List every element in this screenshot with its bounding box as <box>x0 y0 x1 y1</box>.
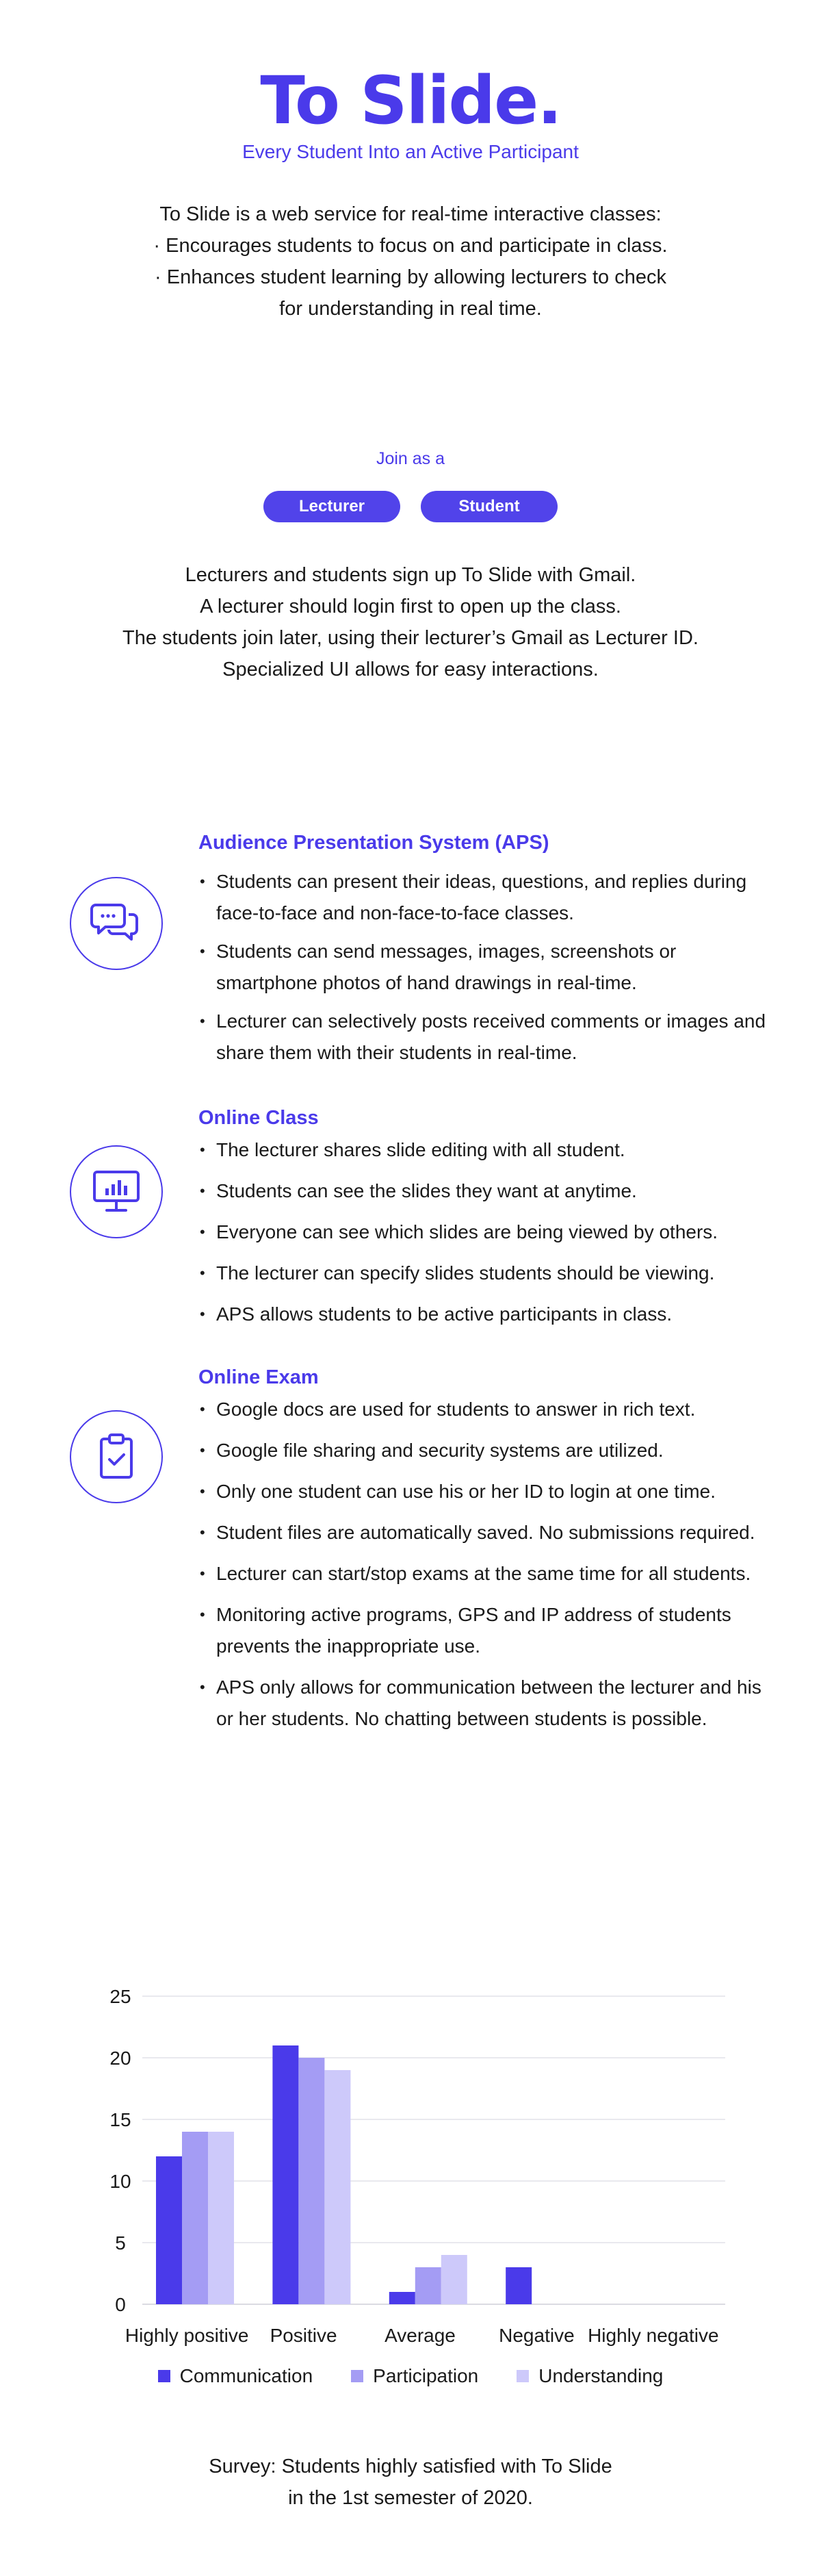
chart-caption: Survey: Students highly satisfied with T… <box>0 2451 821 2514</box>
bar <box>182 2132 208 2304</box>
intro-line: for understanding in real time. <box>279 298 542 320</box>
join-label: Join as a <box>376 449 445 468</box>
feature-title: Online Exam <box>198 1366 319 1388</box>
x-tick-label: Positive <box>270 2325 337 2346</box>
list-item: Everyone can see which slides are being … <box>198 1216 773 1248</box>
bar <box>324 2070 351 2304</box>
intro-text: To Slide is a web service for real-time … <box>0 199 821 324</box>
list-item: Lecturer can start/stop exams at the sam… <box>198 1558 773 1590</box>
feature-title: Online Class <box>198 1107 319 1129</box>
feature-list: Students can present their ideas, questi… <box>198 866 773 1069</box>
student-button[interactable]: Student <box>421 491 558 522</box>
caption-line: Survey: Students highly satisfied with T… <box>209 2456 612 2477</box>
y-tick-label: 20 <box>109 2048 131 2069</box>
signup-line: A lecturer should login first to open up… <box>200 596 621 617</box>
x-tick-label: Highly positive <box>125 2325 249 2346</box>
signup-line: Specialized UI allows for easy interacti… <box>222 659 599 680</box>
bar <box>506 2267 532 2304</box>
legend-item: Communication <box>157 2365 313 2387</box>
logo: To Slide. <box>260 62 562 139</box>
y-tick-label: 0 <box>115 2294 126 2315</box>
feature-title: Audience Presentation System (APS) <box>198 832 549 854</box>
x-tick-label: Highly negative <box>588 2325 718 2346</box>
intro-line: · Encourages students to focus on and pa… <box>153 235 668 257</box>
list-item: APS only allows for communication betwee… <box>198 1672 773 1735</box>
legend-label: Understanding <box>538 2365 664 2386</box>
feature-list: The lecturer shares slide editing with a… <box>198 1134 773 1330</box>
survey-bar-chart: 0 5 10 15 20 25 Highly positive Positive Average… <box>109 1986 725 2346</box>
legend-swatch <box>157 2370 170 2382</box>
feature-list: Google docs are used for students to ans… <box>198 1394 773 1735</box>
x-tick-label: Average <box>385 2325 456 2346</box>
legend-label: Communication <box>179 2365 313 2386</box>
list-item: Students can send messages, images, scre… <box>198 936 773 999</box>
list-item: Only one student can use his or her ID t… <box>198 1476 773 1507</box>
signup-line: Lecturers and students sign up To Slide … <box>185 564 636 586</box>
list-item: The lecturer shares slide editing with a… <box>198 1134 773 1166</box>
signup-description: Lecturers and students sign up To Slide … <box>0 559 821 685</box>
presentation-board-icon <box>70 1145 163 1238</box>
signup-line: The students join later, using their lec… <box>122 627 699 649</box>
y-tick-label: 25 <box>109 1986 131 2007</box>
list-item: Monitoring active programs, GPS and IP a… <box>198 1599 773 1662</box>
bar <box>208 2132 234 2304</box>
list-item: APS allows students to be active partici… <box>198 1299 773 1330</box>
clipboard-check-icon <box>70 1410 163 1503</box>
legend-item: Participation <box>351 2365 478 2387</box>
lecturer-button[interactable]: Lecturer <box>263 491 400 522</box>
legend-item: Understanding <box>517 2365 663 2387</box>
list-item: Lecturer can selectively posts received … <box>198 1006 773 1069</box>
intro-line: To Slide is a web service for real-time … <box>159 203 662 225</box>
list-item: Student files are automatically saved. N… <box>198 1517 773 1548</box>
list-item: The lecturer can specify slides students… <box>198 1258 773 1289</box>
y-tick-label: 5 <box>115 2232 126 2254</box>
list-item: Students can present their ideas, questi… <box>198 866 773 929</box>
bar <box>389 2292 415 2304</box>
list-item: Google docs are used for students to ans… <box>198 1394 773 1425</box>
bar <box>441 2255 467 2304</box>
chat-bubbles-icon <box>70 877 163 970</box>
legend-label: Participation <box>373 2365 479 2386</box>
bar <box>298 2058 325 2304</box>
bar <box>156 2156 182 2304</box>
tagline: Every Student Into an Active Participant <box>242 141 579 162</box>
intro-line: · Enhances student learning by allowing … <box>155 266 666 288</box>
join-buttons: Lecturer Student <box>0 491 821 522</box>
legend-swatch <box>517 2370 530 2382</box>
x-tick-label: Negative <box>499 2325 575 2346</box>
chart-legend: Communication Participation Understandin… <box>0 2365 821 2387</box>
legend-swatch <box>351 2370 364 2382</box>
list-item: Students can see the slides they want at… <box>198 1175 773 1207</box>
bar <box>415 2267 441 2304</box>
y-tick-label: 15 <box>109 2109 131 2130</box>
list-item: Google file sharing and security systems… <box>198 1435 773 1466</box>
y-tick-label: 10 <box>109 2171 131 2192</box>
caption-line: in the 1st semester of 2020. <box>288 2487 533 2509</box>
bar <box>272 2045 299 2304</box>
